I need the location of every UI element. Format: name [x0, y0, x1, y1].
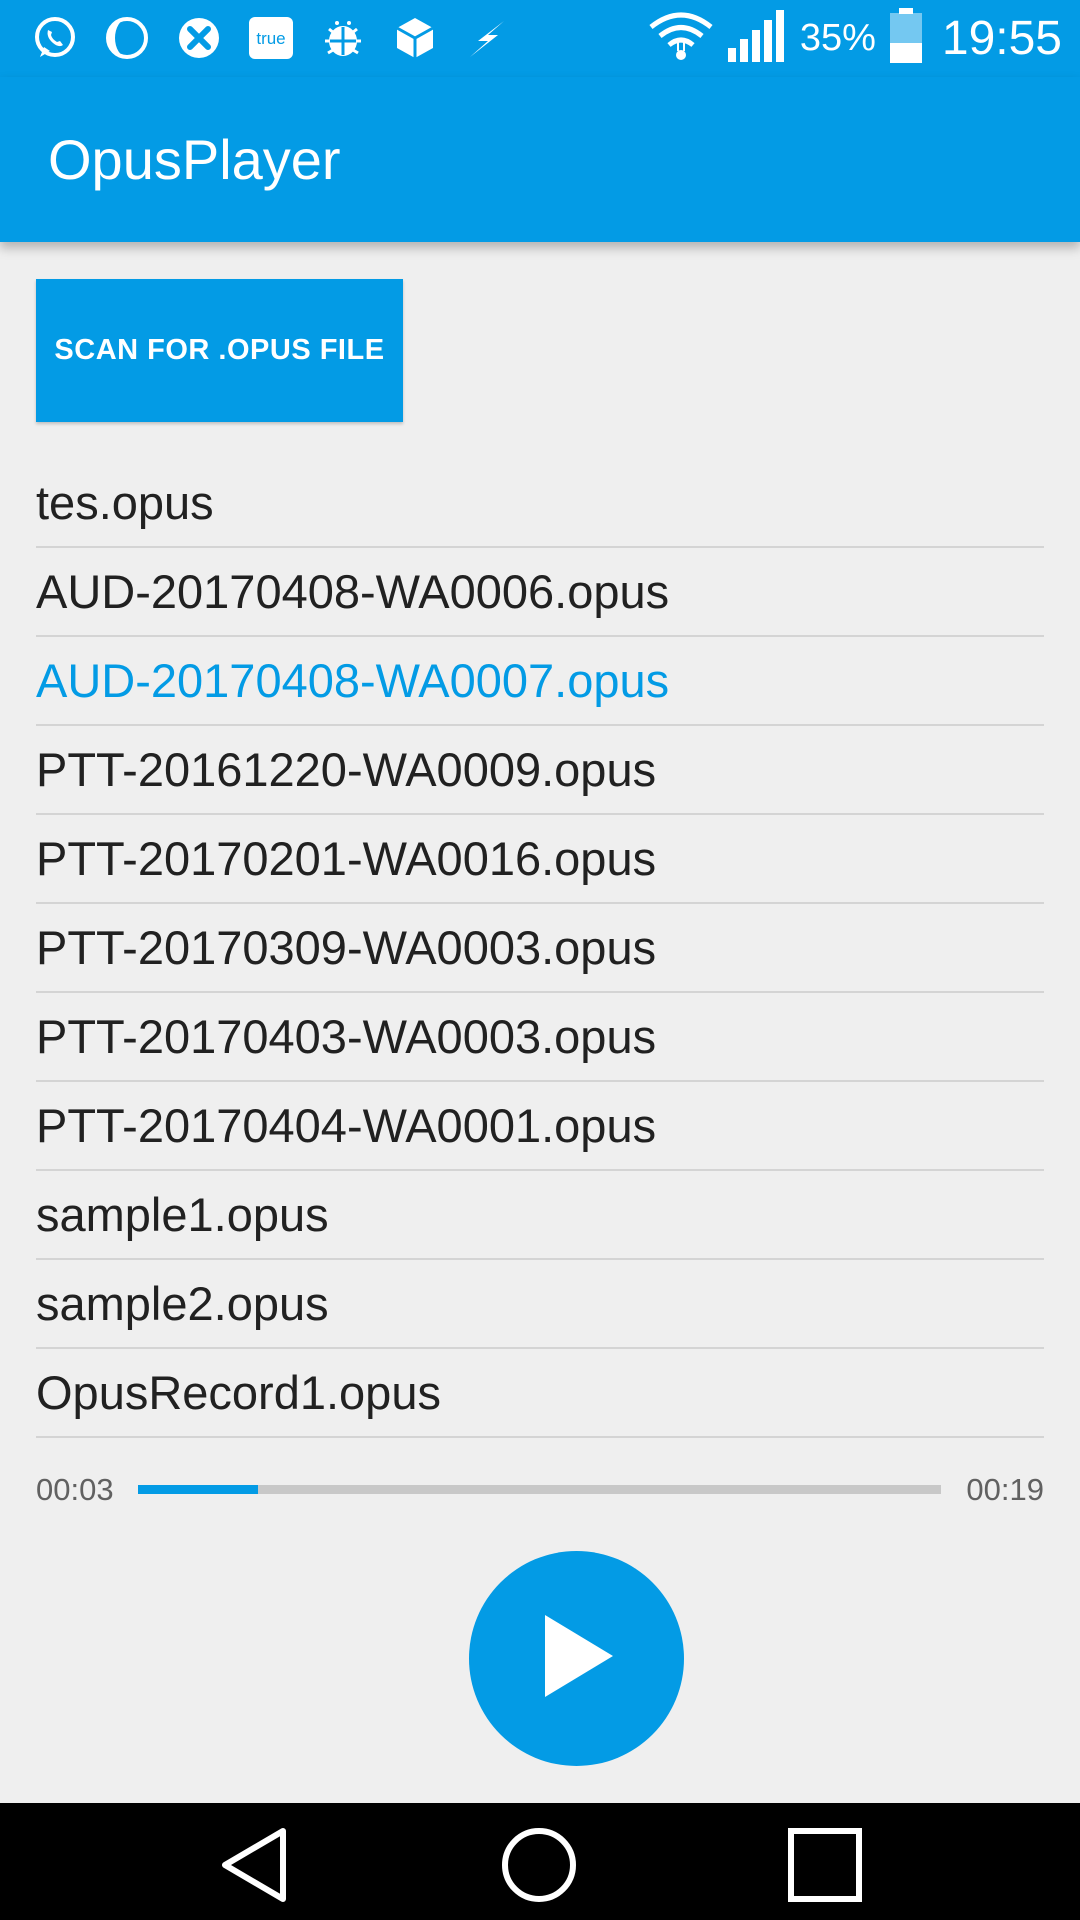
recents-button[interactable]: [785, 1827, 865, 1907]
clock: 19:55: [941, 12, 1062, 65]
whatsapp-icon: [30, 13, 80, 63]
seek-progress: [138, 1485, 259, 1494]
back-button[interactable]: [215, 1827, 295, 1907]
scan-button[interactable]: SCAN FOR .OPUS FILE: [36, 279, 403, 422]
file-list-item[interactable]: PTT-20170403-WA0003.opus: [36, 993, 1044, 1082]
file-list-item[interactable]: PTT-20170309-WA0003.opus: [36, 904, 1044, 993]
flash-icon: [462, 13, 512, 63]
phone-dialer-icon: [174, 13, 224, 63]
moon-icon: [102, 13, 152, 63]
file-list-item[interactable]: OpusRecord1.opus: [36, 1349, 1044, 1438]
app-title: OpusPlayer: [48, 128, 341, 191]
navigation-bar: [0, 1803, 1080, 1920]
play-icon: [537, 1611, 617, 1706]
seek-bar[interactable]: [138, 1485, 941, 1494]
total-time: 00:19: [966, 1472, 1044, 1507]
app-bar: OpusPlayer: [0, 77, 1080, 242]
file-list-item[interactable]: AUD-20170408-WA0007.opus: [36, 637, 1044, 726]
file-list-item[interactable]: PTT-20170404-WA0001.opus: [36, 1082, 1044, 1171]
elapsed-time: 00:03: [36, 1472, 114, 1507]
system-indicators: 35% 19:55: [648, 0, 1062, 77]
file-list-item[interactable]: sample2.opus: [36, 1260, 1044, 1349]
play-button[interactable]: [469, 1551, 684, 1766]
dropbox-icon: [390, 13, 440, 63]
file-list-item[interactable]: PTT-20161220-WA0009.opus: [36, 726, 1044, 815]
recents-icon: [787, 1827, 863, 1908]
file-list-item[interactable]: PTT-20170201-WA0016.opus: [36, 815, 1044, 904]
true-app-icon: true: [246, 13, 296, 63]
file-list: tes.opus AUD-20170408-WA0006.opus AUD-2017…: [36, 459, 1044, 1438]
wifi-icon: [648, 11, 714, 66]
file-list-item[interactable]: AUD-20170408-WA0006.opus: [36, 548, 1044, 637]
svg-text:true: true: [256, 29, 285, 48]
home-icon: [500, 1826, 578, 1909]
home-button[interactable]: [499, 1827, 579, 1907]
notification-icons: true: [30, 13, 512, 63]
status-bar: true 35% 19:55: [0, 0, 1080, 77]
android-debug-icon: [318, 13, 368, 63]
battery-percent: 35%: [799, 17, 876, 59]
file-list-item[interactable]: sample1.opus: [36, 1171, 1044, 1260]
file-list-item[interactable]: tes.opus: [36, 459, 1044, 548]
battery-icon: [888, 7, 924, 70]
signal-icon: [726, 8, 788, 69]
back-icon: [217, 1825, 293, 1910]
screen: true 35% 19:55 OpusPlayer SCAN FOR .OPUS…: [0, 0, 1080, 1920]
